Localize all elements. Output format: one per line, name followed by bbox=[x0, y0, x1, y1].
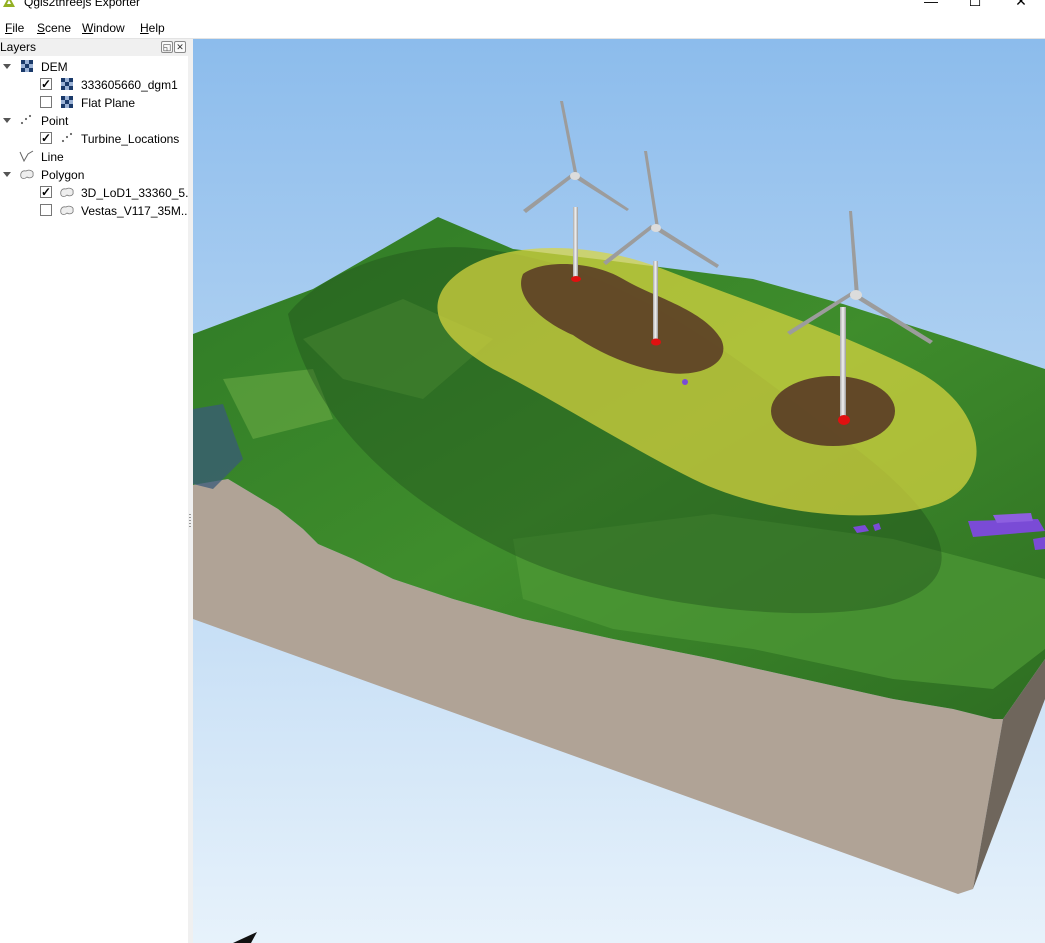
window-title: Qgis2threejs Exporter bbox=[24, 0, 141, 9]
tree-group-label: DEM bbox=[41, 60, 68, 74]
tree-item-turbine-locations[interactable]: ✓ Turbine_Locations bbox=[0, 130, 188, 148]
qgis2threejs-icon bbox=[3, 0, 15, 7]
line-layer-icon bbox=[19, 150, 34, 162]
menu-scene-label: cene bbox=[45, 21, 72, 35]
turbine-tower bbox=[840, 307, 846, 419]
tree-group-label: Point bbox=[41, 114, 69, 128]
close-button[interactable]: ✕ bbox=[1004, 0, 1038, 14]
layers-dock-title: Layers bbox=[0, 40, 37, 54]
tree-group-point[interactable]: Point bbox=[0, 112, 188, 130]
dock-float-icon[interactable]: ◱ bbox=[161, 41, 173, 53]
turbine-hub bbox=[570, 172, 580, 180]
menu-scene[interactable]: Scene bbox=[37, 21, 71, 35]
maximize-button[interactable]: ☐ bbox=[958, 0, 992, 14]
tree-group-label: Polygon bbox=[41, 168, 85, 182]
turbine-hub bbox=[850, 290, 862, 300]
layer-checkbox[interactable] bbox=[40, 96, 52, 108]
expand-arrow-icon[interactable] bbox=[3, 118, 11, 123]
title-bar: Qgis2threejs Exporter — ☐ ✕ bbox=[0, 0, 1045, 17]
point-layer-icon bbox=[61, 132, 73, 143]
layer-label: 3D_LoD1_33360_5... bbox=[81, 186, 196, 200]
menu-window-label: indow bbox=[93, 21, 125, 35]
menu-help-label: elp bbox=[148, 21, 165, 35]
turbine-tower bbox=[653, 261, 658, 343]
expand-arrow-icon[interactable] bbox=[3, 172, 11, 177]
dock-close-icon[interactable]: ✕ bbox=[174, 41, 186, 53]
tree-group-label: Line bbox=[41, 150, 64, 164]
tree-group-line[interactable]: Line bbox=[0, 148, 188, 166]
raster-icon bbox=[21, 60, 33, 72]
3d-scene[interactable] bbox=[193, 39, 1045, 943]
3d-viewport[interactable] bbox=[193, 39, 1045, 943]
building bbox=[1033, 537, 1045, 550]
layers-dock: Layers ◱ ✕ DEM ✓ 333605660_dgm1 Flat Pla… bbox=[0, 39, 195, 943]
expand-arrow-icon[interactable] bbox=[3, 64, 11, 69]
layer-label: Turbine_Locations bbox=[81, 132, 180, 146]
polygon-layer-icon bbox=[60, 187, 74, 197]
polygon-layer-icon bbox=[20, 169, 34, 179]
polygon-layer-icon bbox=[60, 205, 74, 215]
menu-window[interactable]: Window bbox=[82, 21, 125, 35]
turbine-marker bbox=[651, 338, 661, 346]
layer-label: Vestas_V117_35M... bbox=[81, 204, 191, 218]
point-layer-icon bbox=[20, 114, 32, 125]
menu-help-accel: H bbox=[140, 21, 149, 35]
turbine-pad bbox=[771, 376, 895, 446]
layer-label: 333605660_dgm1 bbox=[81, 78, 178, 92]
turbine-marker bbox=[838, 415, 850, 425]
layer-label: Flat Plane bbox=[81, 96, 136, 110]
menu-help[interactable]: Help bbox=[140, 21, 165, 35]
layer-checkbox[interactable] bbox=[40, 204, 52, 216]
turbine-tower bbox=[573, 207, 578, 279]
menu-bar: File Scene Window Help bbox=[0, 17, 1045, 39]
turbine-marker bbox=[571, 276, 581, 282]
layer-checkbox[interactable]: ✓ bbox=[40, 132, 52, 144]
menu-file-label: ile bbox=[12, 21, 25, 35]
layer-checkbox[interactable]: ✓ bbox=[40, 78, 52, 90]
building bbox=[682, 379, 688, 385]
raster-icon bbox=[61, 96, 73, 108]
layer-checkbox[interactable]: ✓ bbox=[40, 186, 52, 198]
tree-item-lod1-buildings[interactable]: ✓ 3D_LoD1_33360_5... bbox=[0, 184, 195, 202]
tree-group-polygon[interactable]: Polygon bbox=[0, 166, 188, 184]
tree-item-dgm1[interactable]: ✓ 333605660_dgm1 bbox=[0, 76, 188, 94]
tree-item-flat-plane[interactable]: Flat Plane bbox=[0, 94, 188, 112]
layers-dock-header: Layers ◱ ✕ bbox=[0, 39, 188, 56]
splitter-handle[interactable] bbox=[189, 514, 191, 528]
turbine-hub bbox=[651, 224, 661, 232]
tree-group-dem[interactable]: DEM bbox=[0, 58, 188, 76]
minimize-button[interactable]: — bbox=[914, 0, 948, 14]
raster-icon bbox=[61, 78, 73, 90]
menu-file[interactable]: File bbox=[5, 21, 24, 35]
menu-scene-accel: S bbox=[37, 21, 46, 35]
tree-item-vestas-v117[interactable]: Vestas_V117_35M... bbox=[0, 202, 191, 220]
menu-window-accel: W bbox=[82, 21, 94, 35]
